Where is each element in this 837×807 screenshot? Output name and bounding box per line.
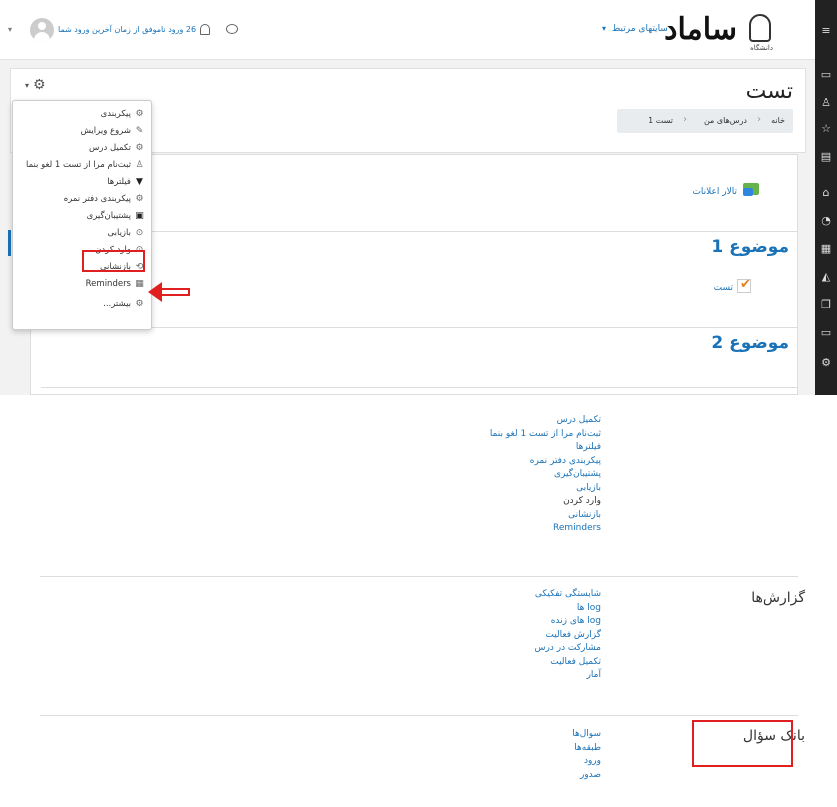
- section-divider: [40, 576, 798, 577]
- topic-2-title[interactable]: موضوع 2: [711, 333, 789, 353]
- link-logs[interactable]: log ها: [535, 602, 601, 616]
- star-icon[interactable]: ☆: [819, 122, 833, 136]
- section-divider: [41, 231, 797, 232]
- link-statistics[interactable]: آمار: [535, 669, 601, 683]
- course-admin-more-screenshot: تکمیل درس ثبت‌نام مرا از تست 1 لغو بنما …: [0, 400, 837, 807]
- failed-login-notice[interactable]: 26 ورود ناموفق از زمان آخرین ورود شما: [58, 25, 196, 34]
- restore-icon: ⊙: [135, 228, 144, 238]
- breadcrumb: خانه ‹ درس‌های من ‹ تست 1: [617, 109, 793, 133]
- breadcrumb-my-courses[interactable]: درس‌های من: [704, 116, 747, 125]
- link-reminders[interactable]: Reminders: [490, 522, 601, 536]
- avatar[interactable]: [30, 18, 54, 42]
- link-qbank-export[interactable]: صدور: [572, 769, 601, 783]
- course-page-screenshot: ▾ 26 ورود ناموفق از زمان آخرین ورود شما …: [0, 0, 837, 395]
- announcements-link[interactable]: تالار اعلانات: [692, 187, 737, 197]
- section-divider: [41, 387, 797, 388]
- question-bank-links: سوال‌ها طبقه‌ها ورود صدور: [572, 728, 601, 782]
- home-icon[interactable]: ⌂: [819, 186, 833, 200]
- menu-item-filters[interactable]: ▼فیلترها: [17, 177, 145, 194]
- files-icon[interactable]: ❐: [819, 298, 833, 312]
- link-unenrol[interactable]: ثبت‌نام مرا از تست 1 لغو بنما: [490, 428, 601, 442]
- menu-item-reminders[interactable]: ▦Reminders: [17, 279, 145, 296]
- site-logo[interactable]: ساماد دانشگاه: [659, 8, 779, 54]
- logo-emblem-icon: [749, 14, 771, 42]
- more-highlight-box: [82, 250, 145, 272]
- menu-item-gradebook-setup[interactable]: ⚙پیکربندی دفتر نمره: [17, 194, 145, 211]
- breadcrumb-separator-icon: ‹: [683, 114, 687, 125]
- link-course-participation[interactable]: مشارکت در درس: [535, 642, 601, 656]
- folder-icon[interactable]: ▭: [819, 326, 833, 340]
- calendar-icon[interactable]: ▦: [819, 242, 833, 256]
- nav-drawer: ≡ ▭ ♙ ☆ ▤ ⌂ ◔ ▦ ◭ ❐ ▭ ⚙: [815, 0, 837, 395]
- gear-icon: ⚙: [135, 299, 144, 309]
- graduation-cap-icon[interactable]: ◭: [819, 270, 833, 284]
- course-action-menu: ⚙پیکربندی ✎شروع ویرایش ⚙تکمیل درس ♙ثبت‌ن…: [12, 100, 152, 330]
- link-completion[interactable]: تکمیل درس: [490, 414, 601, 428]
- menu-item-backup[interactable]: ▣پشتیبان‌گیری: [17, 211, 145, 228]
- page-title: تست: [745, 79, 793, 104]
- calendar-icon: ▦: [135, 279, 144, 289]
- filter-icon: ▼: [136, 177, 143, 187]
- menu-item-unenrol[interactable]: ♙ثبت‌نام مرا از تست 1 لغو بنما: [17, 160, 145, 177]
- drawer-toggle-marker: [8, 230, 11, 256]
- top-navbar: ▾ 26 ورود ناموفق از زمان آخرین ورود شما …: [0, 0, 815, 60]
- red-arrow-body: [158, 288, 190, 296]
- user-icon: ♙: [135, 160, 144, 170]
- section-divider: [41, 327, 797, 328]
- hamburger-icon[interactable]: ≡: [819, 24, 833, 38]
- menu-item-completion[interactable]: ⚙تکمیل درس: [17, 143, 145, 160]
- pencil-icon: ✎: [135, 126, 144, 136]
- backup-icon: ▣: [135, 211, 144, 221]
- breadcrumb-separator-icon: ‹: [757, 114, 761, 125]
- chat-icon[interactable]: [226, 24, 238, 34]
- menu-item-restore[interactable]: ⊙بازیابی: [17, 228, 145, 245]
- course-admin-links: تکمیل درس ثبت‌نام مرا از تست 1 لغو بنما …: [490, 414, 601, 536]
- user-menu-caret-icon[interactable]: ▾: [8, 25, 12, 34]
- menu-item-settings[interactable]: ⚙پیکربندی: [17, 109, 145, 126]
- link-competency-breakdown[interactable]: شایستگی تفکیکی: [535, 588, 601, 602]
- link-filters[interactable]: فیلترها: [490, 441, 601, 455]
- link-categories[interactable]: طبقه‌ها: [572, 742, 601, 756]
- link-restore[interactable]: بازیابی: [490, 482, 601, 496]
- topic-1-title[interactable]: موضوع 1: [711, 237, 789, 257]
- breadcrumb-home[interactable]: خانه: [771, 116, 785, 125]
- grades-icon[interactable]: ▤: [819, 150, 833, 164]
- logo-text: ساماد: [664, 12, 737, 47]
- reports-links: شایستگی تفکیکی log ها log های زنده گزارش…: [535, 588, 601, 683]
- link-backup[interactable]: پشتیبان‌گیری: [490, 468, 601, 482]
- gear-icon: ⚙: [135, 194, 144, 204]
- folder-icon[interactable]: ▭: [819, 68, 833, 82]
- quiz-link[interactable]: تست: [714, 283, 733, 293]
- link-live-logs[interactable]: log های زنده: [535, 615, 601, 629]
- question-bank-highlight-box: [692, 720, 793, 767]
- link-reset[interactable]: بازنشانی: [490, 509, 601, 523]
- logo-subtext: دانشگاه: [750, 44, 773, 52]
- dashboard-icon[interactable]: ◔: [819, 214, 833, 228]
- gear-icon[interactable]: ⚙: [33, 77, 46, 93]
- chevron-down-icon[interactable]: ▾: [25, 81, 29, 90]
- link-gradebook-setup[interactable]: پیکربندی دفتر نمره: [490, 455, 601, 469]
- quiz-icon: ✔: [737, 277, 751, 293]
- forum-icon-overlay: [743, 188, 753, 196]
- reports-heading: گزارش‌ها: [751, 590, 805, 606]
- link-qbank-import[interactable]: ورود: [572, 755, 601, 769]
- users-icon[interactable]: ♙: [819, 96, 833, 110]
- gear-icon: ⚙: [135, 109, 144, 119]
- link-import[interactable]: وارد کردن: [490, 495, 601, 509]
- gear-icon[interactable]: ⚙: [819, 356, 833, 370]
- related-sites-caret-icon[interactable]: ▾: [602, 24, 606, 33]
- link-activity-report[interactable]: گزارش فعالیت: [535, 629, 601, 643]
- gear-icon: ⚙: [135, 143, 144, 153]
- bell-icon[interactable]: [200, 24, 210, 35]
- breadcrumb-course[interactable]: تست 1: [648, 116, 673, 125]
- link-questions[interactable]: سوال‌ها: [572, 728, 601, 742]
- section-divider: [40, 715, 798, 716]
- link-activity-completion[interactable]: تکمیل فعالیت: [535, 656, 601, 670]
- menu-item-edit[interactable]: ✎شروع ویرایش: [17, 126, 145, 143]
- menu-item-more[interactable]: ⚙بیشتر...: [17, 299, 145, 316]
